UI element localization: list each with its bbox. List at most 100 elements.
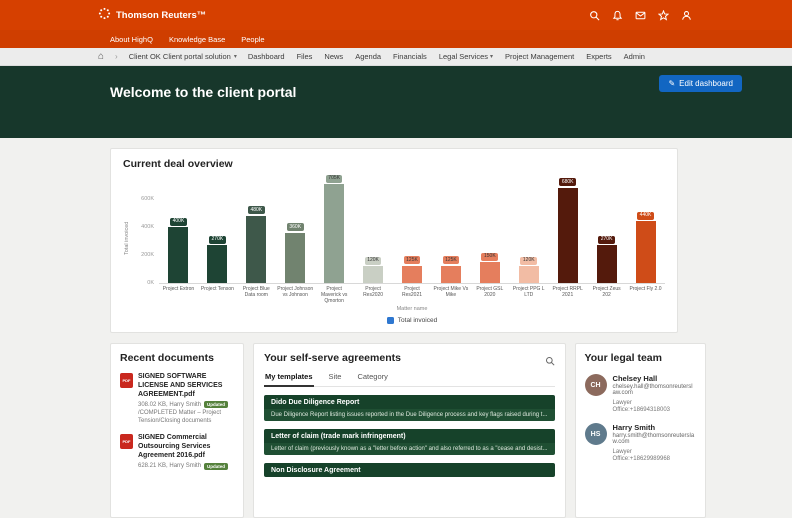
nav-item-project-management[interactable]: Project Management <box>505 52 574 61</box>
chart-bar[interactable] <box>324 184 344 283</box>
recent-documents-card: Recent documents PDFSIGNED SOFTWARE LICE… <box>110 343 244 518</box>
topbar-link-about-highq[interactable]: About HighQ <box>110 35 153 44</box>
y-tick-label: 400K <box>141 224 154 230</box>
document-path: /COMPLETED Matter – Project Tension/Clos… <box>138 410 234 425</box>
document-name[interactable]: SIGNED Commercial Outsourcing Services A… <box>138 434 234 460</box>
chart-bar[interactable] <box>597 245 617 283</box>
bar-value-label: 270K <box>598 236 615 244</box>
member-phone: Office:+18629989968 <box>613 456 696 462</box>
document-item[interactable]: PDF SIGNED Commercial Outsourcing Service… <box>120 434 234 469</box>
agreement-item[interactable]: Dido Due Diligence ReportDue Diligence R… <box>264 395 555 421</box>
x-category-label: Project Mike Vs Mike <box>431 284 470 304</box>
chart-bar[interactable] <box>246 216 266 283</box>
avatar: HS <box>585 423 607 445</box>
nav-item-experts[interactable]: Experts <box>586 52 611 61</box>
bar-value-label: 270K <box>209 236 226 244</box>
pdf-icon: PDF <box>120 434 133 449</box>
deal-overview-card: Current deal overview Total invoiced 0K 2… <box>110 148 678 333</box>
x-category-label: Project Tenson <box>198 284 237 304</box>
member-email[interactable]: chelsey.hall@thomsonreuterslaw.com <box>613 384 696 396</box>
mail-icon[interactable] <box>635 10 646 21</box>
chart-bar-group: 120K <box>354 257 393 283</box>
chart-bar[interactable] <box>402 266 422 284</box>
bar-value-label: 120K <box>365 257 382 265</box>
agreement-item[interactable]: Letter of claim (trade mark infringement… <box>264 429 555 455</box>
chart-bar[interactable] <box>207 245 227 283</box>
topbar-link-people[interactable]: People <box>241 35 264 44</box>
nav-item-dashboard[interactable]: Dashboard <box>248 52 285 61</box>
site-nav: Dashboard Files News Agenda Financials Legal … <box>248 52 645 61</box>
member-phone: Office:+18694318003 <box>613 407 696 413</box>
chart-legend: Total invoiced <box>159 317 665 324</box>
tab-my-templates[interactable]: My templates <box>264 372 314 387</box>
nav-item-legal-services[interactable]: Legal Services▾ <box>439 52 493 61</box>
chart-bar-group: 125K <box>431 256 470 283</box>
topbar-icons <box>589 10 692 21</box>
nav-item-agenda[interactable]: Agenda <box>355 52 381 61</box>
agreement-description: Due Diligence Report listing issues repo… <box>264 409 555 421</box>
x-axis-label: Matter name <box>159 306 665 312</box>
bar-value-label: 125K <box>404 256 421 264</box>
thomson-reuters-logo-icon <box>98 7 111 23</box>
member-role: Lawyer <box>613 400 696 406</box>
nav-item-financials[interactable]: Financials <box>393 52 427 61</box>
pencil-icon: ✎ <box>668 80 675 88</box>
y-tick-label: 200K <box>141 252 154 258</box>
user-icon[interactable] <box>681 10 692 21</box>
x-category-label: Project Johnson vs Johnson <box>276 284 315 304</box>
chart-bar[interactable] <box>363 266 383 283</box>
y-tick-label: 0K <box>147 280 154 286</box>
deal-overview-title: Current deal overview <box>123 158 665 170</box>
bar-value-label: 125K <box>443 256 460 264</box>
chart-bar[interactable] <box>519 266 539 283</box>
agreement-title: Non Disclosure Agreement <box>264 463 555 477</box>
self-serve-agreements-card: Your self-serve agreements My templates S… <box>253 343 566 518</box>
legend-swatch <box>387 317 394 324</box>
nav-item-news[interactable]: News <box>324 52 343 61</box>
pdf-icon: PDF <box>120 373 133 388</box>
updated-badge: Updated <box>204 463 228 470</box>
deal-overview-chart: Total invoiced 0K200K400K600K 400K270K48… <box>123 180 665 324</box>
agreements-title: Your self-serve agreements <box>264 352 555 364</box>
home-icon[interactable]: ⌂ <box>98 52 104 62</box>
site-navbar: ⌂ › Client OK Client portal solution ▾ D… <box>0 48 792 66</box>
chart-bar[interactable] <box>285 233 305 283</box>
x-category-label: Project Maverick vs Qmorton <box>315 284 354 304</box>
edit-dashboard-button[interactable]: ✎ Edit dashboard <box>659 75 742 92</box>
site-selector-dropdown[interactable]: Client OK Client portal solution ▾ <box>129 52 237 61</box>
chart-bar[interactable] <box>480 262 500 283</box>
search-icon[interactable] <box>545 353 555 371</box>
document-list: PDF SIGNED SOFTWARE LICENSE AND SERVICES … <box>120 373 234 470</box>
chart-bar[interactable] <box>168 227 188 283</box>
tab-site[interactable]: Site <box>328 372 343 386</box>
chart-bar-group: 125K <box>393 256 432 283</box>
chart-bar-group: 680K <box>548 178 587 283</box>
brand-name: Thomson Reuters™ <box>116 10 206 21</box>
member-email[interactable]: harry.smith@thomsonreuterslaw.com <box>613 433 696 445</box>
avatar: CH <box>585 374 607 396</box>
agreements-tabs: My templates Site Category <box>264 372 555 387</box>
bar-value-label: 150K <box>481 253 498 261</box>
legal-team-card: Your legal team CHChelsey Hallchelsey.ha… <box>575 343 706 518</box>
site-selector-label: Client OK Client portal solution <box>129 52 231 61</box>
document-name[interactable]: SIGNED SOFTWARE LICENSE AND SERVICES AGR… <box>138 373 234 399</box>
y-axis-label: Total invoiced <box>124 192 130 284</box>
member-role: Lawyer <box>613 449 696 455</box>
bell-icon[interactable] <box>612 10 623 21</box>
tab-category[interactable]: Category <box>356 372 388 386</box>
document-info: SIGNED Commercial Outsourcing Services A… <box>138 434 234 469</box>
nav-item-admin[interactable]: Admin <box>624 52 645 61</box>
thomson-reuters-logo[interactable]: Thomson Reuters™ <box>98 7 206 23</box>
chart-bar[interactable] <box>636 221 656 283</box>
search-icon[interactable] <box>589 10 600 21</box>
chart-bar[interactable] <box>441 266 461 284</box>
chart-bar-group: 270K <box>198 236 237 283</box>
chart-bar[interactable] <box>558 188 578 283</box>
chart-bar-group: 400K <box>159 218 198 284</box>
nav-item-files[interactable]: Files <box>297 52 313 61</box>
star-icon[interactable] <box>658 10 669 21</box>
bar-value-label: 480K <box>248 206 265 214</box>
topbar-link-knowledge-base[interactable]: Knowledge Base <box>169 35 225 44</box>
agreement-item[interactable]: Non Disclosure Agreement <box>264 463 555 477</box>
document-item[interactable]: PDF SIGNED SOFTWARE LICENSE AND SERVICES … <box>120 373 234 425</box>
